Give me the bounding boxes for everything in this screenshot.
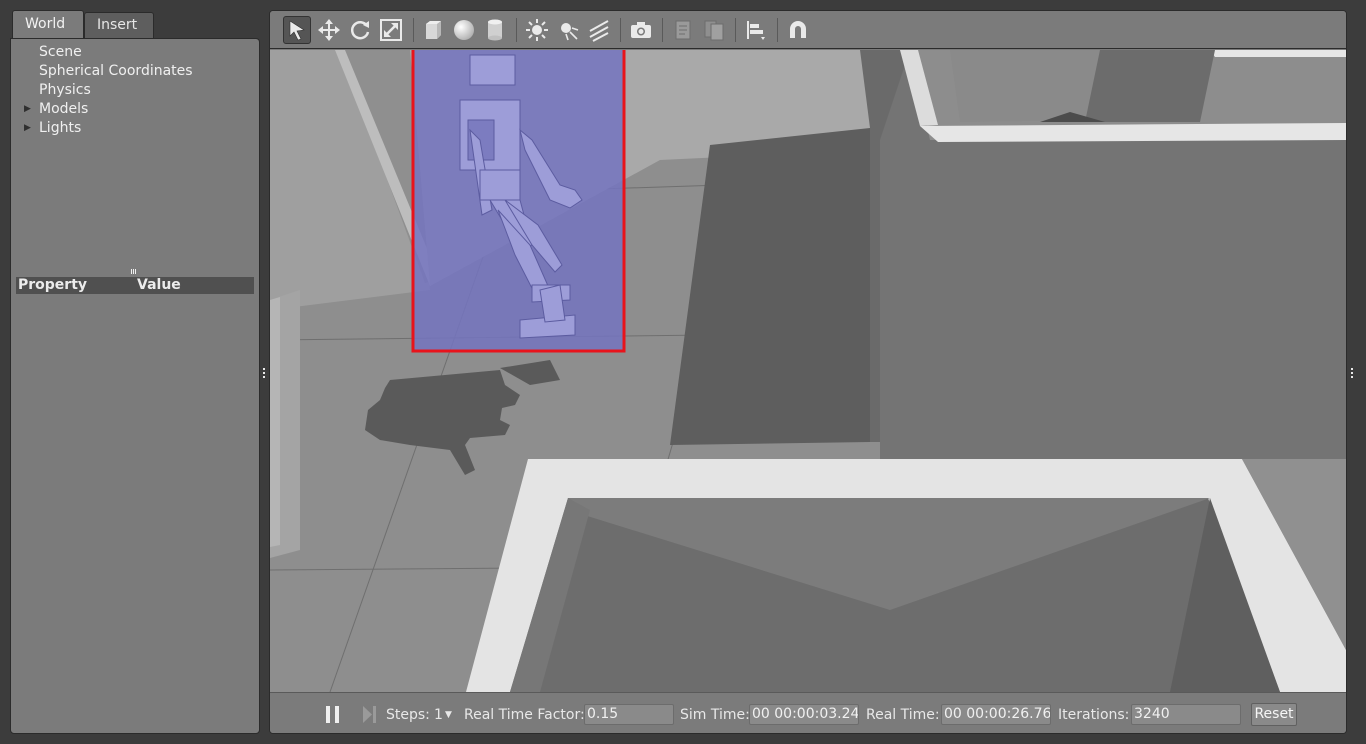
tree-item-scene[interactable]: Scene [11,43,259,62]
tab-insert[interactable]: Insert [84,12,154,38]
right-splitter-grip[interactable] [1350,368,1354,378]
steps-value[interactable]: 1 [434,705,443,725]
scene-render[interactable] [270,50,1346,692]
tree-item-spherical-coordinates[interactable]: Spherical Coordinates [11,62,259,81]
toolbar-separator [516,18,517,42]
copy-button[interactable] [669,16,697,44]
align-button[interactable] [742,16,770,44]
directional-light-icon [589,20,609,42]
real-time-factor-field: 0.15 [584,704,674,725]
world-panel: Scene Spherical Coordinates Physics ▶ Mo… [10,38,260,734]
box-button[interactable] [419,16,447,44]
left-panel-tabs: World Insert [10,10,260,38]
tab-world[interactable]: World [12,10,84,38]
point-light-button[interactable] [523,16,551,44]
expand-arrow-icon[interactable]: ▶ [24,119,31,138]
property-column-header[interactable]: Property [18,277,87,294]
reset-button[interactable]: Reset [1251,703,1297,726]
tree-item-models[interactable]: ▶ Models [11,100,259,119]
toolbar-separator [777,18,778,42]
tree-item-lights[interactable]: ▶ Lights [11,119,259,138]
main-view: Steps: 1 ▼ Real Time Factor: 0.15 Sim Ti… [269,10,1347,734]
rotate-mode-button[interactable] [346,16,374,44]
toolbar-separator [620,18,621,42]
steps-label: Steps: [386,707,430,723]
world-tree: Scene Spherical Coordinates Physics ▶ Mo… [11,43,259,138]
real-time-field: 00 00:00:26.769 [941,704,1051,725]
iterations-field: 3240 [1131,704,1241,725]
spot-light-button[interactable] [554,16,582,44]
tree-item-physics[interactable]: Physics [11,81,259,100]
move-arrows-icon [318,19,340,41]
tree-item-label: Scene [39,44,82,60]
align-icon [747,21,765,40]
paste-icon [704,20,724,41]
tree-item-label: Physics [39,82,91,98]
cylinder-icon [488,19,502,41]
sun-icon [526,19,548,41]
steps-dropdown-icon[interactable]: ▼ [445,705,452,725]
sphere-button[interactable] [450,16,478,44]
panel-splitter-handle[interactable] [131,269,139,275]
select-mode-button[interactable] [283,16,311,44]
toolbar-separator [735,18,736,42]
rotate-icon [350,21,370,40]
sim-time-field: 00 00:00:03.240 [749,704,859,725]
status-bar: Steps: 1 ▼ Real Time Factor: 0.15 Sim Ti… [270,692,1346,733]
scale-mode-button[interactable] [377,16,405,44]
tree-item-label: Spherical Coordinates [39,63,193,79]
translate-mode-button[interactable] [315,16,343,44]
scale-icon [380,19,402,41]
step-forward-button[interactable] [362,706,378,723]
pause-button[interactable] [326,706,340,723]
toolbar-separator [662,18,663,42]
left-splitter-grip[interactable] [262,368,266,378]
snap-button[interactable] [784,16,812,44]
real-time-factor-label: Real Time Factor: [464,707,585,723]
spotlight-icon [561,23,579,41]
pause-icon [326,706,330,723]
paste-button[interactable] [700,16,728,44]
box-icon [426,21,441,39]
scene-viewport[interactable] [270,50,1346,692]
directional-light-button[interactable] [585,16,613,44]
toolbar-separator [413,18,414,42]
screenshot-button[interactable] [627,16,655,44]
tree-item-label: Models [39,101,89,117]
magnet-icon [790,21,806,38]
camera-icon [631,22,651,38]
sphere-icon [454,20,474,40]
toolbar [270,11,1346,49]
step-forward-icon [363,706,376,723]
iterations-label: Iterations: [1058,707,1130,723]
arrow-pointer-icon [289,20,305,41]
property-table-header: Property Value [16,277,254,294]
sim-time-label: Sim Time: [680,707,750,723]
copy-icon [675,20,691,40]
tree-item-label: Lights [39,120,82,136]
expand-arrow-icon[interactable]: ▶ [24,100,31,119]
cylinder-button[interactable] [481,16,509,44]
left-panel: World Insert Scene Spherical Coordinates… [10,10,260,734]
value-column-header[interactable]: Value [137,277,181,294]
real-time-label: Real Time: [866,707,940,723]
